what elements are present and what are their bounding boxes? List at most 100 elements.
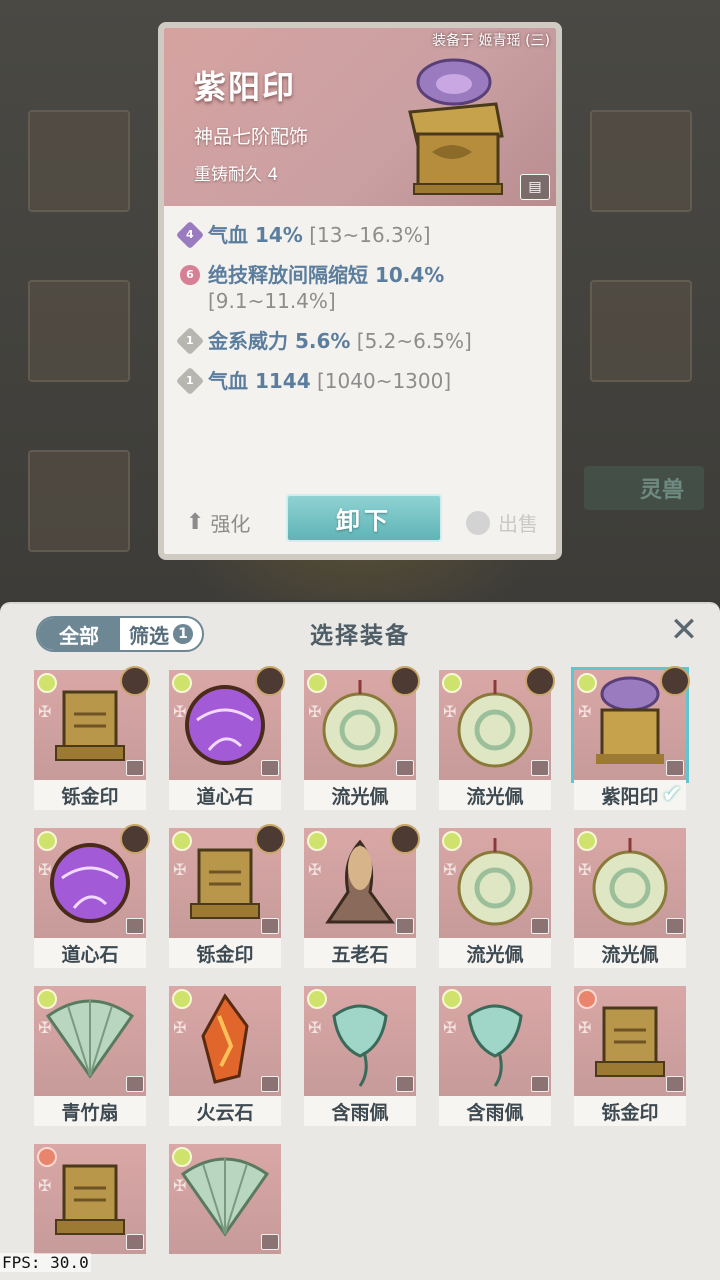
equipment-image: ✠	[439, 828, 551, 938]
stat-row: 1 金系威力 5.6% [5.2~6.5%]	[175, 326, 544, 356]
item-grade: 神品七阶配饰	[194, 126, 309, 148]
enhance-button[interactable]: ⬆ 强化	[186, 508, 250, 537]
quality-icon	[37, 989, 57, 1009]
quality-icon	[172, 1147, 192, 1167]
equipment-tile[interactable]: ✠ 含雨佩	[439, 986, 551, 1126]
equipment-tile[interactable]: ✠ 五老石	[304, 824, 420, 968]
lock-icon	[396, 918, 414, 934]
stat-range: [9.1~11.4%]	[208, 289, 336, 313]
lock-icon	[531, 1076, 549, 1092]
equipment-image: ✠	[169, 1144, 281, 1254]
check-icon: ✔	[661, 780, 682, 808]
quality-icon	[172, 673, 192, 693]
stat-row: 4 气血 14% [13~16.3%]	[175, 220, 544, 250]
quality-icon	[172, 989, 192, 1009]
equipment-tile[interactable]: ✠ 紫阳印 ✔	[571, 666, 690, 810]
equipment-image: ✠	[304, 986, 416, 1096]
unequip-button[interactable]: 卸下	[286, 494, 442, 542]
equipment-tile[interactable]: ✠ 铄金印	[169, 824, 285, 968]
close-icon[interactable]: ✕	[666, 610, 702, 650]
equipped-on-label: 装备于 姬青瑶 (三)	[432, 33, 550, 49]
equipment-tile[interactable]: ✠	[169, 1144, 281, 1280]
item-name: 紫阳印	[194, 68, 297, 106]
equipment-name: 道心石	[34, 938, 146, 968]
equipment-tile[interactable]: ✠ 青竹扇	[34, 986, 146, 1126]
set-symbol-icon: ✠	[173, 1176, 187, 1195]
owner-avatar	[120, 824, 150, 854]
lock-icon	[126, 918, 144, 934]
equipment-name: 铄金印	[574, 1096, 686, 1126]
star-level-badge-icon: 6	[180, 265, 200, 285]
equipment-name: 流光佩	[304, 780, 416, 810]
seal-artwork	[408, 58, 504, 195]
quality-icon	[577, 989, 597, 1009]
lock-icon	[261, 760, 279, 776]
set-symbol-icon: ✠	[38, 702, 52, 721]
lock-icon	[126, 1076, 144, 1092]
item-durability: 重铸耐久 4	[194, 165, 279, 185]
owner-avatar	[390, 666, 420, 696]
lock-icon	[261, 918, 279, 934]
equipment-tile[interactable]: ✠ 流光佩	[439, 666, 555, 810]
equipment-image: ✠	[169, 986, 281, 1096]
quality-icon	[577, 673, 597, 693]
set-symbol-icon: ✠	[308, 860, 322, 879]
quality-icon	[37, 831, 57, 851]
owner-avatar	[390, 824, 420, 854]
item-stats: 4 气血 14% [13~16.3%] 6 绝技释放间隔缩短 10.4% [9.…	[164, 206, 556, 396]
equipment-tile[interactable]: ✠ 流光佩	[574, 828, 686, 968]
equipment-tile[interactable]: ✠ 铄金印	[574, 986, 686, 1126]
quality-icon	[307, 831, 327, 851]
owner-avatar	[660, 666, 690, 696]
equipment-tile[interactable]: ✠ 流光佩	[439, 828, 551, 968]
enhance-label: 强化	[210, 512, 251, 536]
equipment-name: 流光佩	[574, 938, 686, 968]
equipment-name: 火云石	[169, 1096, 281, 1126]
set-symbol-icon: ✠	[38, 1176, 52, 1195]
stat-value: 金系威力 5.6%	[208, 329, 351, 353]
lock-icon	[666, 1076, 684, 1092]
set-symbol-icon: ✠	[38, 860, 52, 879]
equipment-name: 铄金印	[34, 780, 146, 810]
equipment-image: ✠	[574, 986, 686, 1096]
set-symbol-icon: ✠	[173, 860, 187, 879]
lock-icon	[396, 1076, 414, 1092]
quality-icon	[172, 831, 192, 851]
owner-avatar	[255, 824, 285, 854]
owner-avatar	[120, 666, 150, 696]
equipment-tile[interactable]: ✠ 流光佩	[304, 666, 420, 810]
lock-icon	[126, 760, 144, 776]
equipment-image: ✠	[574, 828, 686, 938]
set-symbol-icon: ✠	[308, 702, 322, 721]
stat-row: 1 气血 1144 [1040~1300]	[175, 366, 544, 396]
set-symbol-icon: ✠	[38, 1018, 52, 1037]
star-level-badge-icon: 1	[175, 366, 205, 396]
quality-icon	[37, 673, 57, 693]
lock-icon	[531, 918, 549, 934]
lock-icon	[531, 760, 549, 776]
equipment-name: 铄金印	[169, 938, 281, 968]
item-actions: ⬆ 强化 卸下 出售	[164, 488, 556, 554]
equipment-tile[interactable]: ✠ 道心石	[34, 824, 150, 968]
equipment-name: 含雨佩	[439, 1096, 551, 1126]
equipment-select-panel: 全部 筛选 1 选择装备 ✕ ✠ 铄金印 ✠ 道心石 ✠ 流光佩 ✠ 流光佩 ✠ 紫阳印 ✔ ✠ 道心石…	[0, 602, 720, 1280]
equipment-tile[interactable]: ✠ 火云石	[169, 986, 281, 1126]
equipment-tile[interactable]: ✠ 含雨佩	[304, 986, 416, 1126]
item-detail-card: 装备于 姬青瑶 (三) 紫阳印 神品七阶配饰 重铸耐久 4 ▤ 4 气血 14%…	[158, 22, 562, 560]
lock-icon	[261, 1076, 279, 1092]
equipment-tile[interactable]: ✠ 道心石	[169, 666, 285, 810]
quality-icon	[577, 831, 597, 851]
set-symbol-icon: ✠	[443, 860, 457, 879]
stat-row: 6 绝技释放间隔缩短 10.4% [9.1~11.4%]	[180, 262, 544, 314]
equipment-tile[interactable]: ✠ 铄金印	[34, 666, 150, 810]
set-symbol-icon: ✠	[578, 860, 592, 879]
set-symbol-icon: ✠	[578, 1018, 592, 1037]
lock-icon[interactable]: ▤	[520, 174, 550, 200]
equipment-name: 道心石	[169, 780, 281, 810]
set-symbol-icon: ✠	[578, 702, 592, 721]
set-symbol-icon: ✠	[443, 702, 457, 721]
fps-counter: FPS: 30.0	[0, 1253, 91, 1272]
set-symbol-icon: ✠	[173, 702, 187, 721]
stat-value: 气血 14%	[208, 223, 303, 247]
sell-button[interactable]: 出售	[466, 508, 538, 537]
